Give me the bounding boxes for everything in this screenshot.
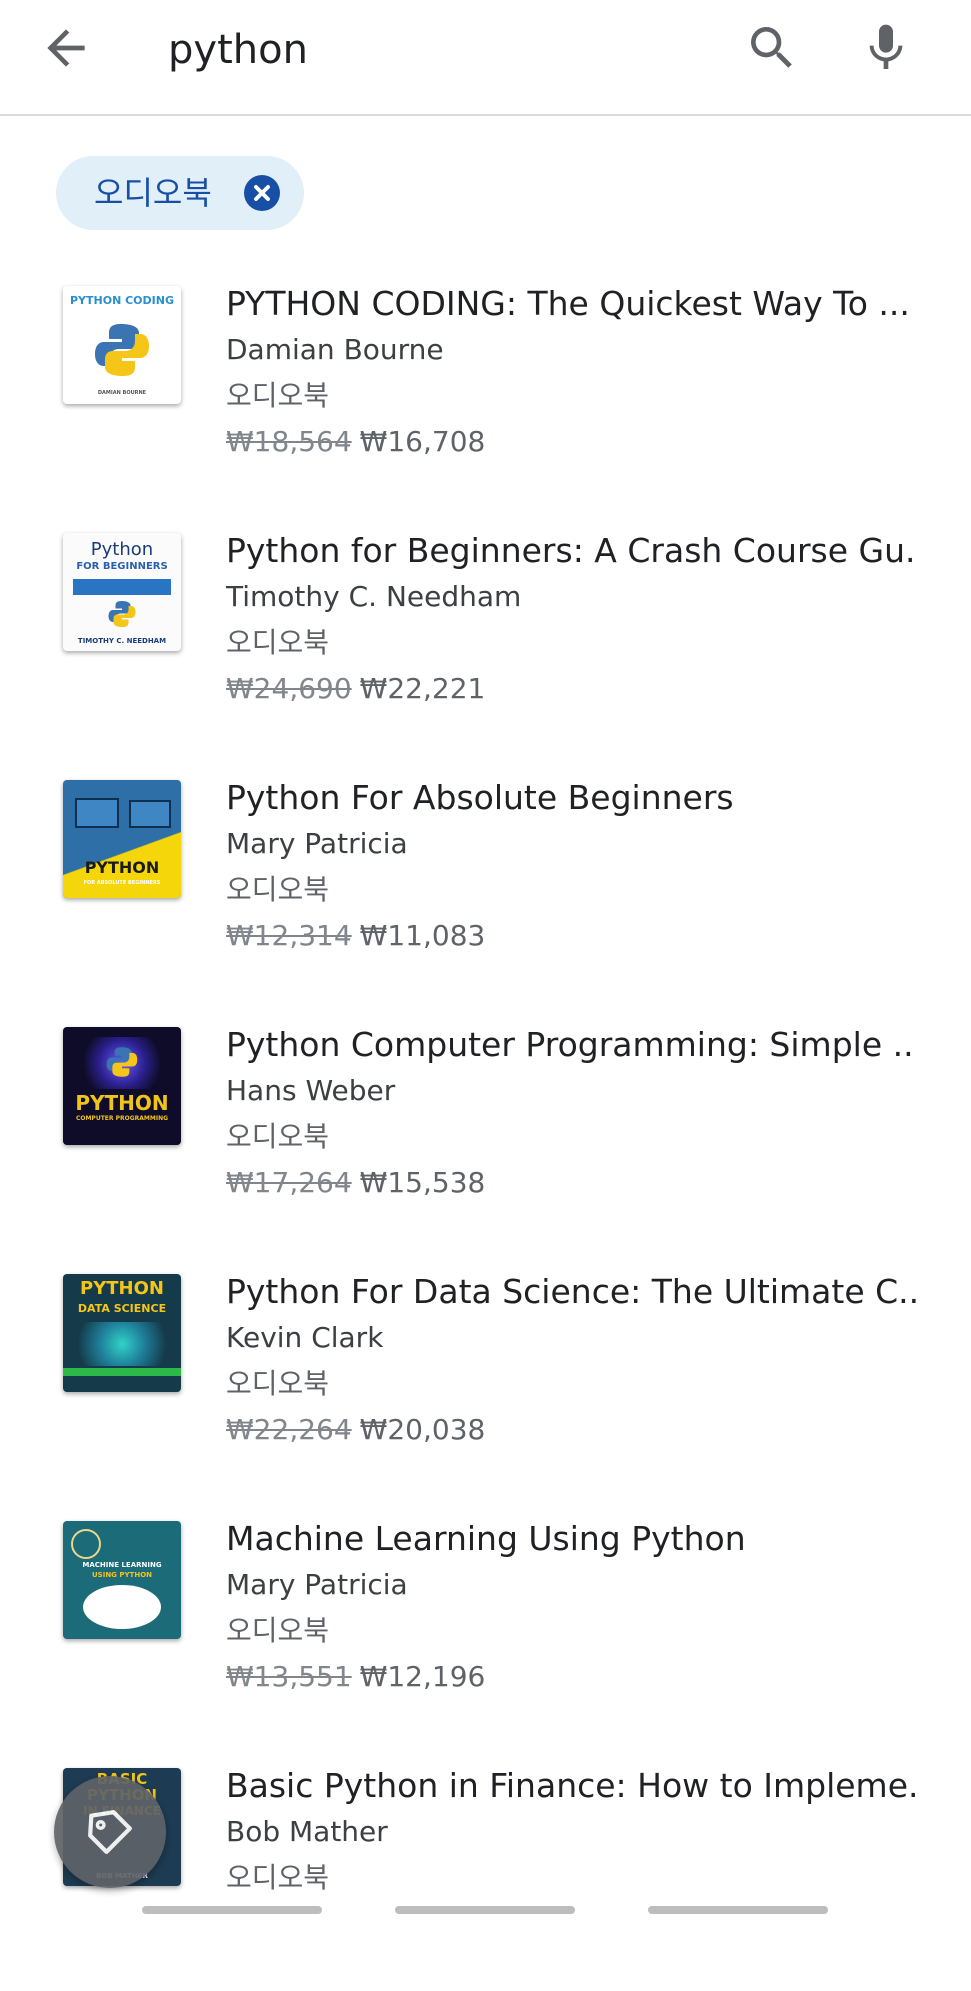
python-logo-icon (106, 1047, 138, 1077)
book-author: Damian Bourne (226, 333, 444, 366)
voice-search-button[interactable] (858, 20, 914, 76)
book-format: 오디오북 (226, 1367, 330, 1400)
original-price: ₩12,314 (226, 919, 352, 952)
cover-title: PYTHON (80, 1278, 164, 1299)
cover-art (83, 1585, 161, 1629)
book-title: PYTHON CODING: The Quickest Way To ... (226, 284, 910, 323)
original-price: ₩17,264 (226, 1166, 352, 1199)
book-title: Python Computer Programming: Simple ... (226, 1025, 916, 1064)
cover-subtitle: USING PYTHON (91, 1571, 152, 1579)
book-cover: PYTHON DATA SCIENCE (63, 1274, 181, 1392)
cover-art (71, 1322, 173, 1366)
book-format: 오디오북 (226, 1120, 330, 1153)
floating-action-button[interactable] (54, 1776, 166, 1888)
book-title: Basic Python in Finance: How to Impleme.… (226, 1766, 916, 1805)
price-row: ₩22,264 ₩20,038 (226, 1410, 485, 1450)
cover-subtitle: FOR ABSOLUTE BEGINNERS (83, 880, 161, 886)
search-button[interactable] (744, 20, 800, 76)
cover-author: TIMOTHY C. NEEDHAM (77, 637, 167, 645)
book-title: Python For Data Science: The Ultimate C.… (226, 1272, 916, 1311)
price-row: ₩24,690 ₩22,221 (226, 669, 485, 709)
search-query-text[interactable]: python (168, 22, 308, 78)
original-price: ₩18,564 (226, 425, 352, 458)
book-author: Hans Weber (226, 1074, 396, 1107)
cover-stripe (63, 1368, 181, 1376)
book-author: Mary Patricia (226, 827, 408, 860)
sale-price: ₩16,708 (359, 425, 486, 458)
cover-author: DAMIAN BOURNE (97, 390, 147, 396)
book-author: Bob Mather (226, 1815, 388, 1848)
python-logo-icon (95, 324, 149, 376)
cover-title: Python (90, 539, 154, 560)
sale-price: ₩12,196 (359, 1660, 486, 1693)
cover-title: MACHINE LEARNING (82, 1561, 162, 1569)
chip-label: 오디오북 (94, 174, 212, 212)
mic-icon (869, 24, 903, 70)
cover-banner (73, 579, 171, 595)
cover-subtitle: COMPUTER PROGRAMMING (75, 1115, 169, 1122)
sale-price: ₩20,038 (359, 1413, 486, 1446)
cover-subtitle: FOR BEGINNERS (76, 561, 168, 572)
cover-title: PYTHON (84, 858, 160, 877)
book-cover: Python FOR BEGINNERS TIMOTHY C. NEEDHAM (63, 533, 181, 651)
book-author: Kevin Clark (226, 1321, 384, 1354)
tag-icon (88, 1810, 132, 1854)
list-item[interactable]: PYTHON DATA SCIENCE Python For Data Scie… (0, 1250, 971, 1497)
price-row: ₩17,264 ₩15,538 (226, 1163, 485, 1203)
sale-price: ₩15,538 (359, 1166, 486, 1199)
search-icon (751, 27, 792, 68)
arrow-back-icon (47, 29, 85, 67)
cover-badge (71, 1529, 101, 1559)
audiobook-filter-chip[interactable]: 오디오북 (56, 156, 304, 230)
cover-subtitle: DATA SCIENCE (77, 1302, 167, 1315)
price-row: ₩12,314 ₩11,083 (226, 916, 485, 956)
cover-monitor (129, 800, 171, 828)
search-app-bar: python (0, 0, 971, 116)
book-title: Python For Absolute Beginners (226, 778, 734, 817)
book-author: Mary Patricia (226, 1568, 408, 1601)
price-row: ₩13,551 ₩12,196 (226, 1657, 485, 1697)
book-cover: MACHINE LEARNING USING PYTHON (63, 1521, 181, 1639)
python-logo-icon (108, 601, 136, 627)
back-button[interactable] (38, 20, 94, 76)
list-item[interactable]: PYTHON FOR ABSOLUTE BEGINNERS Python For… (0, 756, 971, 1003)
system-nav-bar (0, 1900, 971, 1926)
book-format: 오디오북 (226, 1614, 330, 1647)
sale-price: ₩22,221 (359, 672, 486, 705)
book-cover: PYTHON FOR ABSOLUTE BEGINNERS (63, 780, 181, 898)
list-item[interactable]: Python FOR BEGINNERS TIMOTHY C. NEEDHAM … (0, 509, 971, 756)
original-price: ₩22,264 (226, 1413, 352, 1446)
list-item[interactable]: PYTHON COMPUTER PROGRAMMING Python Compu… (0, 1003, 971, 1250)
book-cover: PYTHON COMPUTER PROGRAMMING (63, 1027, 181, 1145)
nav-pill (142, 1906, 322, 1914)
remove-filter-button[interactable] (244, 175, 280, 211)
book-cover: PYTHON CODING DAMIAN BOURNE (63, 286, 181, 404)
cover-title: PYTHON (75, 1091, 169, 1115)
original-price: ₩24,690 (226, 672, 352, 705)
list-item[interactable]: MACHINE LEARNING USING PYTHON Machine Le… (0, 1497, 971, 1744)
nav-pill (395, 1906, 575, 1914)
book-title: Machine Learning Using Python (226, 1519, 746, 1558)
close-circle-icon (254, 185, 270, 201)
book-format: 오디오북 (226, 379, 330, 412)
book-title: Python for Beginners: A Crash Course Gu.… (226, 531, 916, 570)
price-row: ₩18,564 ₩16,708 (226, 422, 485, 462)
book-format: 오디오북 (226, 873, 330, 906)
book-author: Timothy C. Needham (226, 580, 522, 613)
cover-title: PYTHON CODING (69, 294, 174, 307)
cover-monitor (75, 798, 119, 828)
book-format: 오디오북 (226, 1861, 330, 1894)
original-price: ₩13,551 (226, 1660, 352, 1693)
book-format: 오디오북 (226, 626, 330, 659)
nav-pill (648, 1906, 828, 1914)
sale-price: ₩11,083 (359, 919, 486, 952)
list-item[interactable]: PYTHON CODING DAMIAN BOURNE PYTHON CODIN… (0, 262, 971, 509)
